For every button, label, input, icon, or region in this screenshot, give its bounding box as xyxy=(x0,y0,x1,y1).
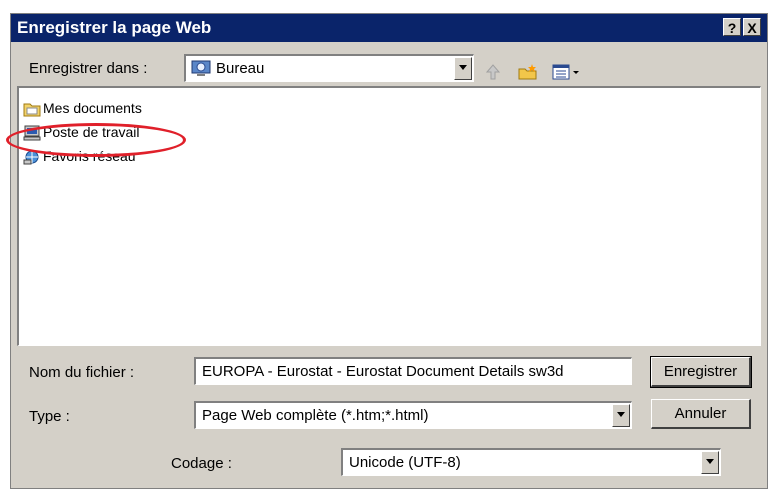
chevron-down-icon[interactable] xyxy=(612,404,630,427)
view-menu-icon[interactable] xyxy=(551,62,585,82)
save-button[interactable]: Enregistrer xyxy=(650,356,752,388)
encoding-label: Codage : xyxy=(171,455,232,472)
list-item-label: Favoris réseau xyxy=(43,148,136,164)
folder-icon xyxy=(23,101,41,117)
encoding-value: Unicode (UTF-8) xyxy=(349,454,461,471)
computer-icon xyxy=(23,125,41,141)
location-label: Enregistrer dans : xyxy=(29,60,148,77)
location-value: Bureau xyxy=(216,60,265,77)
type-value: Page Web complète (*.htm;*.html) xyxy=(202,407,429,424)
filename-value: EUROPA - Eurostat - Eurostat Document De… xyxy=(202,363,564,380)
filename-input[interactable]: EUROPA - Eurostat - Eurostat Document De… xyxy=(194,357,632,385)
list-item-label: Poste de travail xyxy=(43,124,140,140)
network-icon xyxy=(23,149,41,165)
chevron-down-icon[interactable] xyxy=(454,57,472,80)
type-select[interactable]: Page Web complète (*.htm;*.html) xyxy=(194,401,632,429)
file-list[interactable]: Mes documents Poste de travail Favoris r… xyxy=(17,86,761,346)
encoding-select[interactable]: Unicode (UTF-8) xyxy=(341,448,721,476)
help-button[interactable]: ? xyxy=(723,18,741,36)
window-title: Enregistrer la page Web xyxy=(17,18,212,37)
new-folder-icon[interactable] xyxy=(517,62,537,82)
chevron-down-icon[interactable] xyxy=(701,451,719,474)
type-label: Type : xyxy=(29,408,70,425)
close-button[interactable]: X xyxy=(743,18,761,36)
list-item-label: Mes documents xyxy=(43,100,142,116)
desktop-icon xyxy=(191,60,211,77)
up-folder-icon[interactable] xyxy=(483,62,503,82)
location-select[interactable]: Bureau xyxy=(184,54,474,82)
save-web-page-dialog: Enregistrer la page Web ? X Enregistrer … xyxy=(6,13,768,489)
filename-label: Nom du fichier : xyxy=(29,364,135,381)
title-bar: Enregistrer la page Web ? X xyxy=(11,14,767,42)
cancel-button[interactable]: Annuler xyxy=(651,399,751,429)
